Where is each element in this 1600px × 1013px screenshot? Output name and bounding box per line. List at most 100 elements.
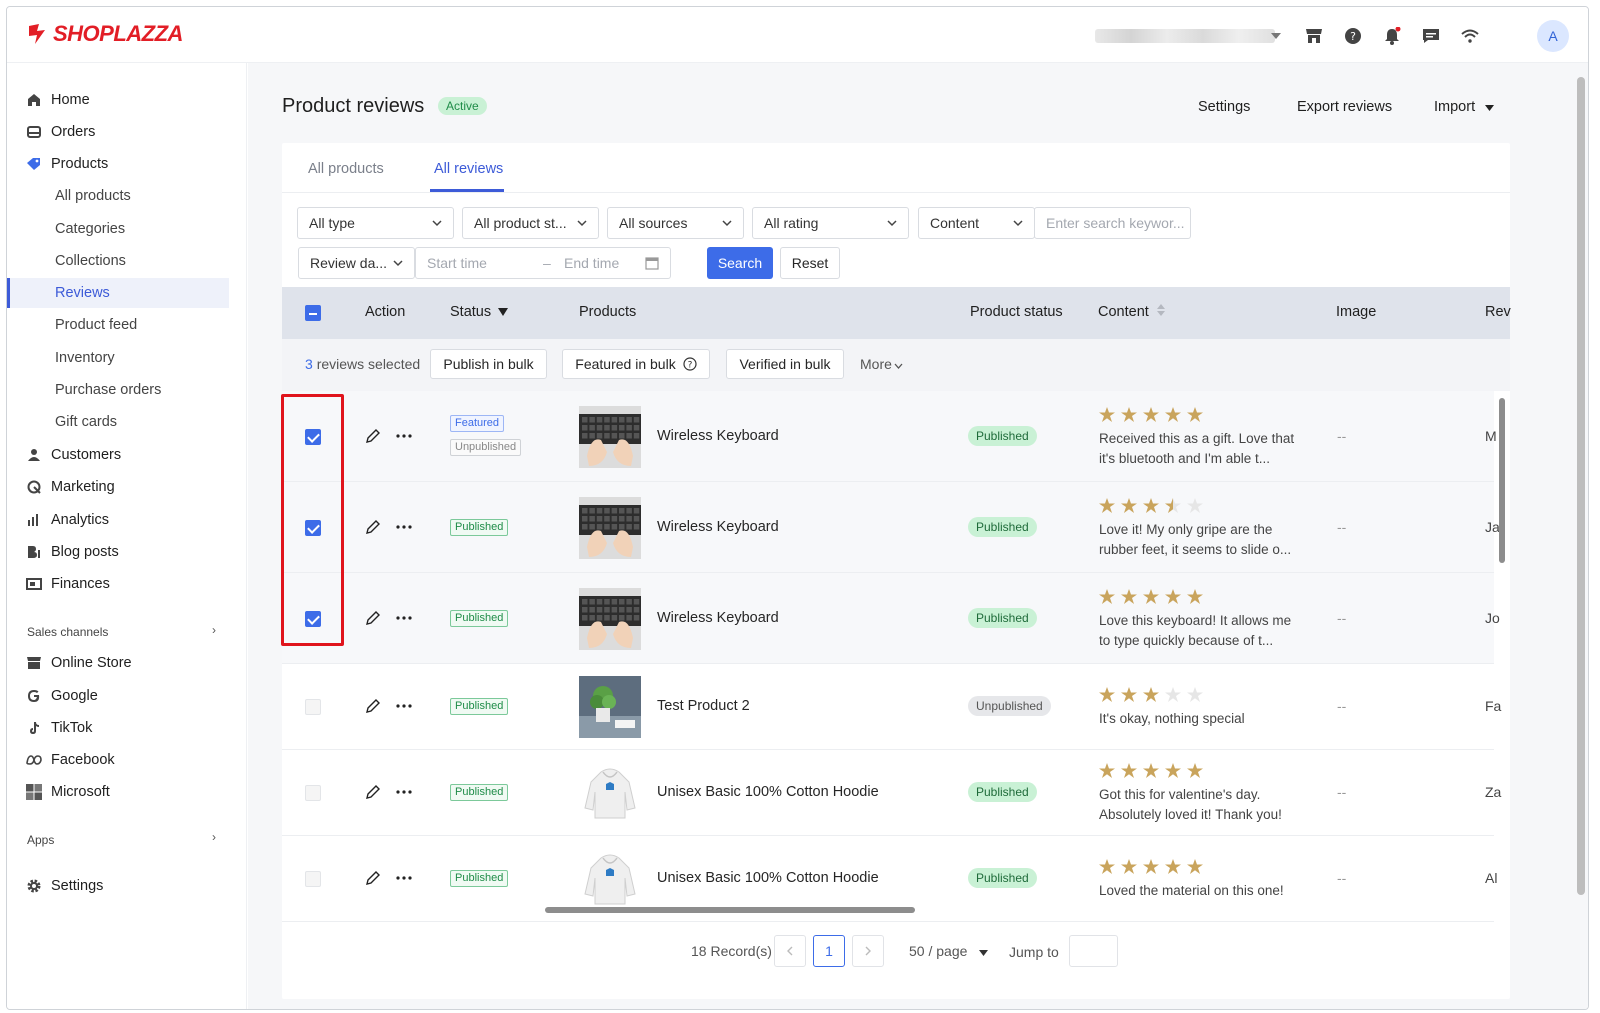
sidebar-item-analytics[interactable]: Analytics [7, 505, 247, 535]
sidebar-item-google[interactable]: Google [7, 681, 247, 711]
sidebar-item-orders[interactable]: Orders [7, 117, 247, 147]
chevron-right-icon[interactable]: › [212, 623, 216, 637]
sidebar-item-settings[interactable]: Settings [7, 871, 247, 901]
star-icon [1099, 406, 1115, 425]
sidebar-item-blog-posts[interactable]: Blog posts [7, 537, 247, 567]
table-row[interactable]: Published Test Product 2 Unpublished It's o… [282, 664, 1501, 750]
product-thumbnail[interactable] [579, 848, 641, 910]
product-thumbnail[interactable] [579, 587, 641, 650]
row-checkbox[interactable] [305, 871, 321, 887]
product-thumbnail[interactable] [579, 405, 641, 468]
table-row[interactable]: Published Wireless Keyboard Published Love … [282, 482, 1500, 573]
import-dropdown[interactable]: Import [1434, 99, 1495, 115]
featured-in-bulk-button[interactable]: Featured in bulk? [562, 349, 710, 379]
product-name[interactable]: Wireless Keyboard [657, 519, 779, 535]
sidebar-item-reviews[interactable]: Reviews [7, 278, 229, 308]
page-vertical-scrollbar[interactable] [1577, 77, 1585, 895]
sidebar-item-categories[interactable]: Categories [7, 214, 247, 244]
avatar[interactable]: A [1537, 20, 1569, 52]
edit-icon[interactable] [365, 698, 381, 714]
more-icon[interactable] [396, 615, 412, 620]
table-vertical-scrollbar[interactable] [1499, 398, 1505, 563]
product-status-badge: Published [968, 782, 1037, 802]
sidebar-item-finances[interactable]: Finances [7, 569, 247, 599]
product-name[interactable]: Unisex Basic 100% Cotton Hoodie [657, 870, 879, 886]
content-field-select[interactable]: Content [918, 207, 1035, 239]
product-status-select[interactable]: All product st... [462, 207, 599, 239]
edit-icon[interactable] [365, 784, 381, 800]
message-icon[interactable] [1420, 25, 1442, 47]
keyword-search-input[interactable]: Enter search keywor... [1034, 207, 1191, 239]
sidebar-item-customers[interactable]: Customers [7, 440, 247, 470]
more-icon[interactable] [396, 790, 412, 794]
horizontal-scrollbar[interactable] [545, 907, 915, 913]
row-checkbox[interactable] [305, 785, 321, 801]
more-dropdown[interactable]: More [860, 356, 903, 372]
publish-in-bulk-button[interactable]: Publish in bulk [430, 349, 547, 379]
rating-select[interactable]: All rating [752, 207, 909, 239]
row-checkbox[interactable] [305, 699, 321, 715]
review-date-select[interactable]: Review da... [298, 247, 415, 279]
next-page-button[interactable] [852, 935, 884, 967]
edit-icon[interactable] [365, 610, 381, 626]
sidebar-item-home[interactable]: Home [7, 85, 247, 115]
sidebar-item-tiktok[interactable]: TikTok [7, 713, 247, 743]
chevron-right-icon[interactable]: › [212, 830, 216, 844]
sidebar-item-facebook[interactable]: Facebook [7, 745, 247, 775]
product-name[interactable]: Unisex Basic 100% Cotton Hoodie [657, 784, 879, 800]
edit-icon[interactable] [365, 870, 381, 886]
col-content[interactable]: Content [1098, 304, 1165, 320]
sidebar-item-products[interactable]: Products [7, 149, 247, 179]
product-name[interactable]: Wireless Keyboard [657, 610, 779, 626]
jump-to-input[interactable] [1069, 935, 1118, 967]
select-all-checkbox[interactable] [305, 305, 321, 321]
product-thumbnail[interactable] [579, 676, 641, 738]
product-thumbnail[interactable] [579, 496, 641, 559]
page-1-button[interactable]: 1 [813, 935, 845, 967]
tab-all-reviews[interactable]: All reviews [434, 161, 503, 177]
sidebar-item-label: Customers [51, 447, 122, 463]
edit-icon[interactable] [365, 519, 381, 535]
edit-icon[interactable] [365, 428, 381, 444]
sidebar-item-online-store[interactable]: Online Store [7, 648, 247, 678]
sidebar-item-marketing[interactable]: Marketing [7, 472, 247, 502]
store-switcher[interactable] [1095, 29, 1275, 43]
prev-page-button[interactable] [774, 935, 806, 967]
sidebar-item-gift-cards[interactable]: Gift cards [7, 407, 247, 437]
page-size-select[interactable]: 50 / page [909, 943, 989, 959]
settings-link[interactable]: Settings [1198, 99, 1250, 115]
sidebar-item-all-products[interactable]: All products [7, 181, 247, 211]
reset-button[interactable]: Reset [780, 247, 840, 279]
product-name[interactable]: Wireless Keyboard [657, 428, 779, 444]
more-icon[interactable] [396, 433, 412, 438]
product-thumbnail[interactable] [579, 762, 641, 824]
store-icon[interactable] [1303, 25, 1325, 47]
logo[interactable]: SHOPLAZZA [25, 21, 183, 47]
chevron-down-icon[interactable] [1265, 25, 1287, 47]
verified-in-bulk-button[interactable]: Verified in bulk [726, 349, 844, 379]
sidebar-item-collections[interactable]: Collections [7, 246, 247, 276]
sidebar-item-product-feed[interactable]: Product feed [7, 310, 247, 340]
more-icon[interactable] [396, 704, 412, 708]
table-row[interactable]: Featured Unpublished Wireless Keyboard Publ… [282, 391, 1497, 482]
table-row[interactable]: Published Wireless Keyboard Published Love … [282, 573, 1500, 664]
reviewer-cell: Al [1485, 870, 1498, 886]
bell-icon[interactable] [1381, 25, 1403, 47]
date-range-picker[interactable]: Start time – End time [415, 247, 671, 279]
tab-all-products[interactable]: All products [308, 161, 384, 177]
product-name[interactable]: Test Product 2 [657, 698, 750, 714]
type-select[interactable]: All type [297, 207, 454, 239]
col-status[interactable]: Status [450, 304, 509, 320]
tab-indicator [430, 189, 504, 192]
sidebar-item-microsoft[interactable]: Microsoft [7, 777, 247, 807]
more-icon[interactable] [396, 524, 412, 529]
sources-select[interactable]: All sources [607, 207, 744, 239]
wifi-icon[interactable] [1459, 25, 1481, 47]
export-reviews-link[interactable]: Export reviews [1297, 99, 1392, 115]
help-icon[interactable]: ? [1342, 25, 1364, 47]
more-icon[interactable] [396, 876, 412, 880]
sidebar-item-purchase-orders[interactable]: Purchase orders [7, 375, 247, 405]
search-button[interactable]: Search [707, 247, 773, 279]
table-row[interactable]: Published Unisex Basic 100% Cotton Hoodie… [282, 750, 1501, 836]
sidebar-item-inventory[interactable]: Inventory [7, 343, 247, 373]
